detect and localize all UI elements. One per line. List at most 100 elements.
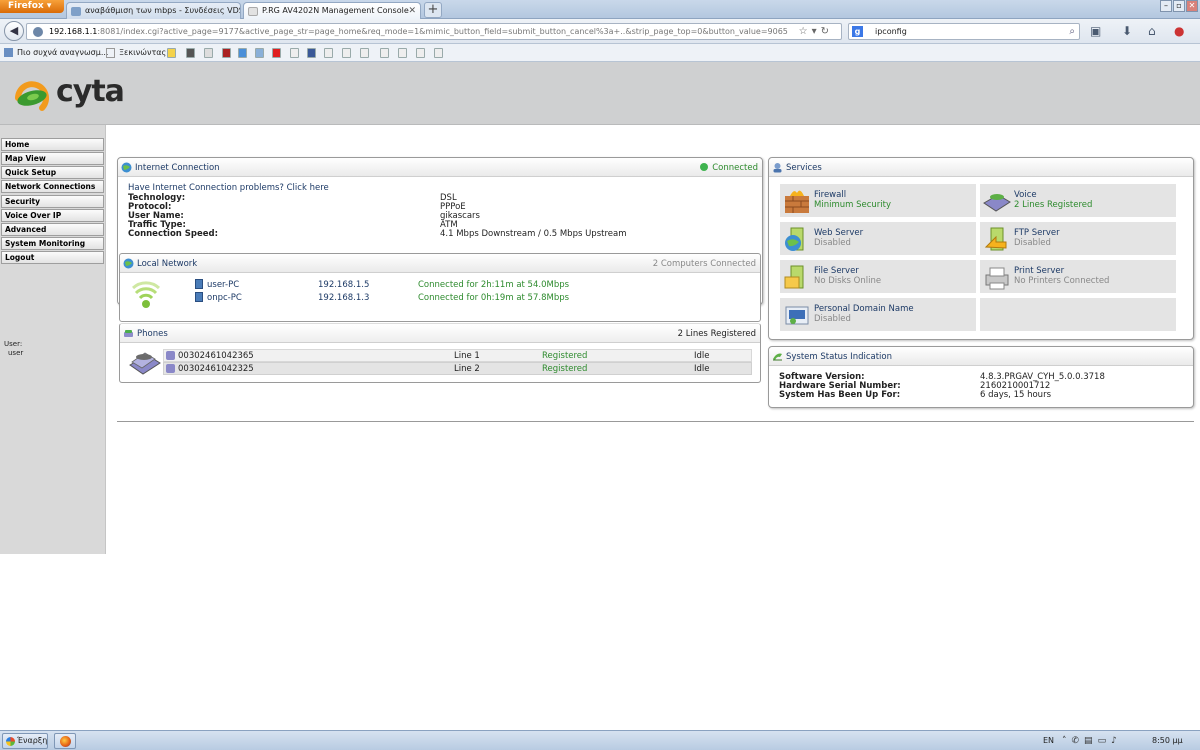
connection-problems-link[interactable]: Have Internet Connection problems? Click… [128, 184, 329, 193]
facebook-icon[interactable] [307, 48, 316, 58]
service-name: Firewall [814, 190, 847, 200]
bookmark-icon[interactable] [360, 48, 369, 58]
tab-vdsl-forum[interactable]: αναβάθμιση των mbps - Συνδέσεις VDSL ... [66, 2, 241, 19]
wifi-signal-icon [132, 281, 161, 308]
language-indicator[interactable]: EN [1043, 731, 1054, 750]
search-bar[interactable]: g ipconfig ⌕ [848, 23, 1080, 40]
close-window-button[interactable]: ✕ [1186, 0, 1198, 12]
bookmark-icon[interactable] [380, 48, 389, 58]
uptime-value: 6 days, 15 hours [980, 390, 1051, 400]
printer-icon [985, 267, 1009, 290]
panel-header: Phones 2 Lines Registered [120, 324, 760, 343]
bookmark-folder-icon[interactable] [167, 48, 176, 58]
service-ftp-server[interactable]: FTP Server Disabled [979, 221, 1177, 256]
bookmark-icon[interactable] [222, 48, 231, 58]
panel-title: Local Network [137, 259, 198, 269]
bookmark-icon[interactable] [342, 48, 351, 58]
line-name: Line 2 [454, 364, 480, 374]
service-voice[interactable]: Voice 2 Lines Registered [979, 183, 1177, 218]
service-status: No Disks Online [814, 276, 882, 286]
new-tab-button[interactable]: + [424, 2, 442, 18]
tab-label: P.RG AV4202N Management Console [262, 6, 409, 15]
tab-close-icon[interactable]: ✕ [408, 3, 416, 19]
display-icon[interactable]: ▭ [1098, 736, 1112, 746]
service-file-server[interactable]: File Server No Disks Online [779, 259, 977, 294]
bookmark-icon[interactable] [324, 48, 333, 58]
table-row[interactable]: 00302461042325 Line 2 Registered Idle [163, 362, 752, 375]
bookmark-getting-started[interactable]: Ξεκινώντας [106, 47, 166, 59]
service-personal-domain-name[interactable]: Personal Domain Name Disabled [779, 297, 977, 332]
bookmark-icon[interactable] [255, 48, 264, 58]
search-input-value: ipconfig [875, 27, 907, 36]
bookmark-icon[interactable] [434, 48, 443, 58]
service-firewall[interactable]: Firewall Minimum Security [779, 183, 977, 218]
reload-icon[interactable]: ↻ [821, 26, 833, 37]
clock[interactable]: 8:50 μμ [1152, 731, 1183, 750]
google-engine-icon[interactable]: g [852, 26, 863, 37]
service-web-server[interactable]: Web Server Disabled [779, 221, 977, 256]
table-row[interactable]: 00302461042365 Line 1 Registered Idle [163, 349, 752, 362]
firefox-menu-button[interactable]: Firefox ▾ [0, 0, 64, 13]
sidebar-item-network-connections[interactable]: Network Connections [1, 180, 104, 193]
tray-expand-icon[interactable]: ˄ [1062, 736, 1072, 746]
sidebar-item-logout[interactable]: Logout [1, 251, 104, 264]
start-button[interactable]: Έναρξη [2, 733, 48, 749]
host-name[interactable]: user-PC [207, 281, 239, 290]
host-name[interactable]: onpc-PC [207, 294, 242, 303]
tab-management-console[interactable]: P.RG AV4202N Management Console ✕ [243, 2, 421, 19]
host-ip: 192.168.1.3 [318, 293, 370, 303]
search-icon[interactable]: ⌕ [1069, 24, 1075, 39]
cyta-logo-mark-icon [15, 81, 49, 111]
bookmark-icon[interactable] [290, 48, 299, 58]
start-label: Έναρξη [17, 736, 48, 745]
site-identity-icon[interactable] [33, 27, 43, 37]
bookmark-most-visited[interactable]: Πιο συχνά αναγνωσμ... [4, 47, 108, 59]
volume-icon[interactable]: ♪ [1111, 736, 1122, 746]
url-bar[interactable]: 192.168.1.1:8081/index.cgi?active_page=9… [26, 23, 842, 40]
bookmark-icon[interactable] [186, 48, 195, 58]
bookmark-icon[interactable] [238, 48, 247, 58]
bookmark-icon[interactable] [204, 48, 213, 58]
sidebar-item-map-view[interactable]: Map View [1, 152, 104, 165]
device-icon[interactable]: ▤ [1084, 736, 1098, 746]
network-status-icon[interactable]: ✆ [1072, 736, 1085, 746]
voice-phone-icon [983, 194, 1011, 212]
bookmarks-menu-icon[interactable]: ▣ [1090, 24, 1101, 38]
firefox-taskbar-button[interactable] [54, 733, 76, 749]
dropdown-arrow-icon[interactable]: ▾ [812, 26, 821, 37]
bookmark-icon[interactable] [416, 48, 425, 58]
minimize-window-button[interactable]: – [1160, 0, 1172, 12]
home-icon[interactable]: ⌂ [1148, 24, 1156, 38]
maximize-window-button[interactable]: ▫ [1173, 0, 1185, 12]
sidebar-item-quick-setup[interactable]: Quick Setup [1, 166, 104, 179]
service-name: FTP Server [1014, 228, 1060, 238]
service-status: Disabled [1014, 238, 1051, 248]
phone-number: 00302461042365 [178, 351, 254, 361]
sidebar-item-advanced[interactable]: Advanced [1, 223, 104, 236]
firefox-icon [60, 736, 71, 747]
internet-connection-panel: Internet Connection Connected Have Inter… [117, 157, 763, 383]
ftp-server-icon [984, 227, 1007, 251]
bookmark-star-icon[interactable]: ☆ [799, 26, 812, 37]
connection-speed-value: 4.1 Mbps Downstream / 0.5 Mbps Upstream [440, 229, 627, 239]
service-name: Personal Domain Name [814, 304, 914, 314]
sidebar-item-security[interactable]: Security [1, 195, 104, 208]
web-server-icon [785, 227, 804, 251]
service-print-server[interactable]: Print Server No Printers Connected [979, 259, 1177, 294]
user-label: User: [4, 340, 23, 348]
bookmark-icon[interactable] [398, 48, 407, 58]
service-status: Disabled [814, 238, 851, 248]
back-button[interactable]: ◀ [4, 21, 24, 41]
tab-label: αναβάθμιση των mbps - Συνδέσεις VDSL ... [85, 6, 240, 15]
addon-icon[interactable]: ● [1174, 24, 1184, 38]
service-name: File Server [814, 266, 859, 276]
phone-line-icon [166, 364, 175, 373]
sidebar-item-system-monitoring[interactable]: System Monitoring [1, 237, 104, 250]
sidebar-item-home[interactable]: Home [1, 138, 104, 151]
local-network-panel: Local Network 2 Computers Connected user… [119, 253, 761, 322]
youtube-icon[interactable] [272, 48, 281, 58]
panel-title: Phones [137, 329, 168, 339]
downloads-icon[interactable]: ⬇ [1122, 24, 1132, 38]
sidebar-item-voice-over-ip[interactable]: Voice Over IP [1, 209, 104, 222]
phone-icon [124, 330, 133, 337]
